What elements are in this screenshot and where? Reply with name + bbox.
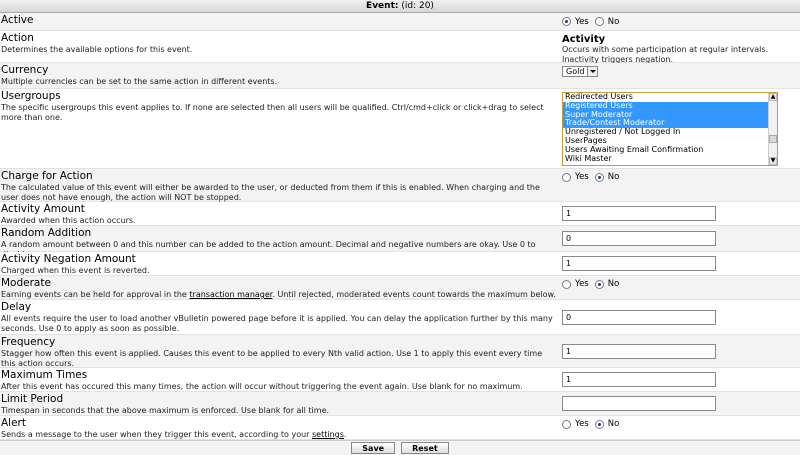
scroll-up-icon[interactable]: ▲ (769, 93, 777, 101)
charge-no-label[interactable]: No (608, 172, 620, 182)
charge-radio-group: Yes No (562, 172, 623, 182)
frequency-title: Frequency (1, 336, 56, 348)
active-yes-radio[interactable] (562, 17, 571, 26)
currency-desc: Multiple currencies can be set to the sa… (1, 77, 278, 86)
alert-yes-radio[interactable] (562, 419, 571, 429)
limit-period-title: Limit Period (1, 393, 64, 405)
active-no-label[interactable]: No (608, 17, 620, 27)
moderate-yes-label[interactable]: Yes (575, 279, 589, 289)
form-header: Event: (id: 20) (0, 0, 800, 13)
currency-title: Currency (1, 64, 49, 76)
row-limit-period: Limit Period Timespan in seconds that th… (0, 392, 800, 416)
action-value: Activity (562, 34, 606, 45)
active-yes-label[interactable]: Yes (575, 17, 589, 27)
row-negation-amount: Activity Negation Amount Charged when th… (0, 252, 800, 276)
limit-period-input[interactable] (562, 396, 716, 411)
row-alert: Alert Sends a message to the user when t… (0, 416, 800, 440)
currency-select[interactable]: Gold (562, 66, 599, 77)
usergroups-listbox[interactable]: Redirected Users Registered Users Super Mo… (562, 92, 778, 166)
negation-amount-title: Activity Negation Amount (1, 253, 136, 265)
active-title: Active (1, 14, 34, 26)
frequency-desc: Stagger how often this event is applied.… (1, 349, 543, 368)
usergroups-scrollbar[interactable]: ▲ ▼ (768, 93, 777, 165)
row-frequency: Frequency Stagger how often this event i… (0, 335, 800, 368)
negation-amount-input[interactable]: 1 (562, 256, 716, 271)
moderate-radio-group: Yes No (562, 279, 623, 289)
alert-no-radio[interactable] (594, 419, 604, 429)
scroll-thumb[interactable] (769, 135, 777, 143)
row-activity-amount: Activity Amount Awarded when this action… (0, 202, 800, 226)
action-value-desc: Occurs with some participation at regula… (562, 45, 769, 64)
moderate-desc: Earning events can be held for approval … (1, 290, 556, 299)
action-desc: Determines the available options for thi… (1, 45, 193, 54)
active-radio-group: Yes No (562, 17, 623, 27)
activity-amount-desc: Awarded when this action occurs. (1, 216, 136, 225)
settings-link[interactable]: settings (312, 430, 344, 439)
usergroup-option[interactable]: Wiki Master (563, 154, 777, 164)
scroll-down-icon[interactable]: ▼ (769, 157, 777, 165)
action-title: Action (1, 32, 34, 44)
currency-selected: Gold (566, 67, 585, 76)
random-addition-input[interactable]: 0 (562, 231, 716, 246)
limit-period-desc: Timespan in seconds that the above maxim… (1, 406, 330, 415)
charge-yes-radio[interactable] (562, 172, 571, 182)
activity-amount-title: Activity Amount (1, 203, 85, 215)
delay-input[interactable]: 0 (562, 309, 716, 325)
moderate-yes-radio[interactable] (562, 279, 571, 289)
charge-yes-label[interactable]: Yes (575, 172, 589, 182)
row-random-addition: Random Addition A random amount between … (0, 226, 800, 259)
reset-button[interactable]: Reset (401, 442, 449, 454)
row-delay: Delay All events require the user to loa… (0, 300, 800, 335)
frequency-input[interactable]: 1 (562, 343, 716, 359)
header-title: Event: (366, 1, 399, 11)
moderate-no-radio[interactable] (594, 279, 604, 289)
negation-amount-desc: Charged when this event is reverted. (1, 266, 150, 275)
moderate-title: Moderate (1, 277, 51, 289)
charge-no-radio[interactable] (594, 172, 604, 182)
save-button[interactable]: Save (351, 442, 396, 454)
charge-title: Charge for Action (1, 170, 93, 182)
alert-yes-label[interactable]: Yes (575, 419, 589, 429)
active-no-radio[interactable] (594, 17, 604, 26)
alert-title: Alert (1, 417, 26, 429)
usergroups-desc: The specific usergroups this event appli… (1, 103, 544, 122)
random-addition-title: Random Addition (1, 227, 92, 239)
settings-table: Active Yes No Action Determines the avai… (0, 13, 800, 440)
maximum-times-title: Maximum Times (1, 369, 88, 381)
alert-no-label[interactable]: No (608, 419, 620, 429)
moderate-no-label[interactable]: No (608, 279, 620, 289)
maximum-times-input[interactable]: 1 (562, 372, 716, 387)
maximum-times-desc: After this event has occured this many t… (1, 382, 523, 391)
delay-title: Delay (1, 301, 32, 313)
header-id: (id: 20) (401, 1, 434, 11)
row-maximum-times: Maximum Times After this event has occur… (0, 368, 800, 392)
chevron-down-icon[interactable] (587, 67, 598, 76)
row-currency: Currency Multiple currencies can be set … (0, 63, 800, 89)
transaction-manager-link[interactable]: transaction manager (189, 290, 272, 299)
charge-desc: The calculated value of this event will … (1, 183, 540, 202)
row-active: Active Yes No (0, 13, 800, 31)
delay-desc: All events require the user to load anot… (1, 314, 553, 333)
row-usergroups: Usergroups The specific usergroups this … (0, 89, 800, 169)
alert-radio-group: Yes No (562, 419, 623, 429)
row-moderate: Moderate Earning events can be held for … (0, 276, 800, 300)
form-footer: Save Reset (0, 440, 800, 455)
row-charge: Charge for Action The calculated value o… (0, 169, 800, 202)
alert-desc: Sends a message to the user when they tr… (1, 430, 347, 439)
usergroups-title: Usergroups (1, 90, 61, 102)
activity-amount-input[interactable]: 1 (562, 206, 716, 221)
row-action: Action Determines the available options … (0, 31, 800, 64)
